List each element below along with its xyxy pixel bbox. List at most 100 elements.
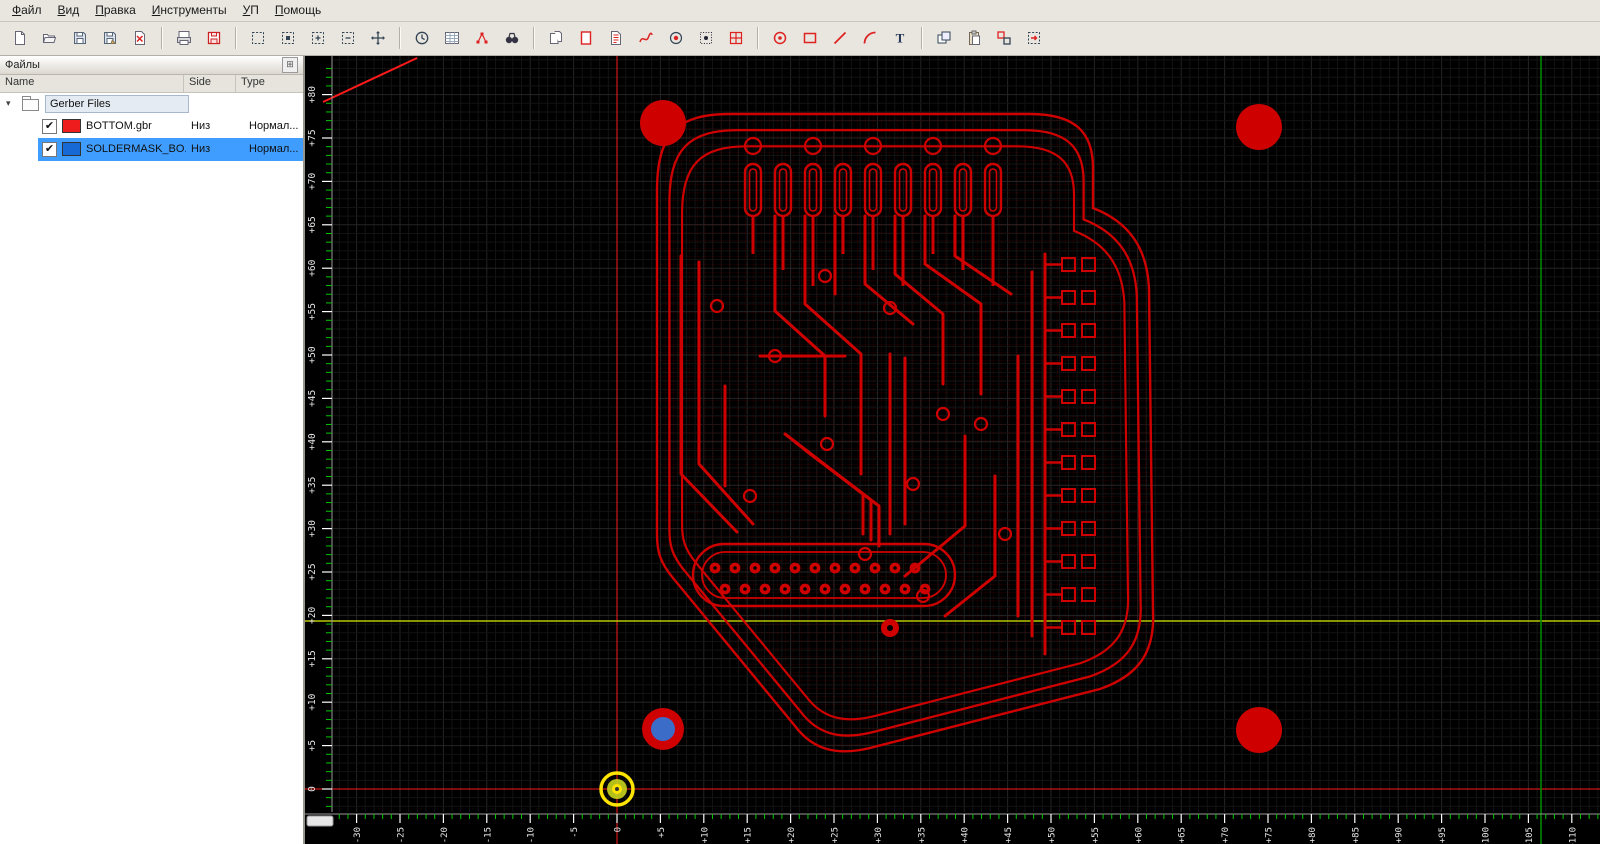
toolbar-separator [399,27,401,50]
save-as-button[interactable] [96,24,124,52]
column-header-name[interactable]: Name [0,74,184,92]
svg-text:+65: +65 [307,216,318,233]
column-header-type[interactable]: Type [236,75,303,92]
svg-text:0: 0 [614,827,624,832]
svg-text:+80: +80 [307,86,318,103]
menu-item-3[interactable]: Правка [87,1,144,19]
menu-item-2[interactable]: Вид [50,1,88,19]
gerber-viewport: +80+75+70+65+60+55+50+45+40+35+30+25+20+… [305,55,1600,844]
polyline-tool-button[interactable] [632,24,660,52]
pad-tool-button[interactable] [662,24,690,52]
save-file-button[interactable] [66,24,94,52]
draw-text-icon: T [896,31,905,46]
h-scrollbar-thumb[interactable] [306,815,334,827]
svg-text:+105: +105 [1525,827,1535,844]
aperture-tool-button[interactable] [692,24,720,52]
svg-text:-30: -30 [353,827,363,843]
zoom-window-button[interactable] [304,24,332,52]
draw-pad-button[interactable] [766,24,794,52]
zoom-out-window-button[interactable] [334,24,362,52]
paste-object-button[interactable] [960,24,988,52]
row-body: ✔ SOLDERMASK_BO... Низ Нормал... [38,137,303,161]
report-table-button[interactable] [438,24,466,52]
svg-text:+90: +90 [1395,827,1405,843]
run-check-icon [415,32,429,45]
select-add-button[interactable] [274,24,302,52]
layer-row-1[interactable]: ✔ BOTTOM.gbr Низ Нормал... [0,114,303,138]
svg-text:+25: +25 [307,563,318,580]
fiducial-pad [1236,706,1282,753]
gerber-canvas[interactable]: +80 +75 +70 +65 +60 +55 +50 +45 +40 +35 +30 +25 +20 +… [305,55,1600,844]
search-icon [505,33,519,44]
toolbar: T [0,21,1600,56]
svg-text:-10: -10 [527,827,537,843]
doc-x-icon [135,31,145,46]
svg-text:+55: +55 [1091,827,1101,843]
draw-arc-button[interactable] [856,24,884,52]
group-object-button[interactable] [990,24,1018,52]
layer-visible-checkbox[interactable]: ✔ [42,141,57,157]
svg-text:+20: +20 [787,827,797,843]
layer-type: Нормал... [249,120,299,133]
svg-text:+40: +40 [961,827,971,843]
draw-line-icon [833,32,847,45]
application-window: Файл Вид Правка Инструменты УП Помощь T Файлы… [0,0,1600,844]
svg-text:+110: +110 [1568,827,1578,844]
svg-text:+30: +30 [874,827,884,843]
svg-text:+50: +50 [1048,827,1058,843]
layer-tree: ▾ Gerber Files ✔ BOTTOM.gbr Низ Нормал... ✔ SOL… [0,92,303,844]
layer-lines-button[interactable] [602,24,630,52]
draw-pad-icon [773,32,787,45]
copy-layer-button[interactable] [542,24,570,52]
run-check-button[interactable] [408,24,436,52]
layer-row-2[interactable]: ✔ SOLDERMASK_BO... Низ Нормал... [0,137,303,161]
menu-item-5[interactable]: УП [235,1,267,19]
svg-text:+75: +75 [1265,827,1275,843]
print-button[interactable] [170,24,198,52]
svg-text:+5: +5 [307,740,318,751]
svg-text:+85: +85 [1351,827,1361,843]
tree-expander-icon[interactable]: ▾ [6,98,16,109]
layer-border-red-icon [580,31,592,46]
copy-layer-icon [550,31,562,45]
svg-text:+10: +10 [307,693,318,710]
layer-visible-checkbox[interactable]: ✔ [42,118,57,134]
zoom-window-icon [312,32,324,45]
layer-color-swatch[interactable] [62,142,81,157]
open-file-button[interactable] [36,24,64,52]
net-highlight-button[interactable] [468,24,496,52]
export-button[interactable] [200,24,228,52]
new-file-button[interactable] [6,24,34,52]
menu-item-6[interactable]: Помощь [267,1,329,19]
tree-root-row[interactable]: ▾ Gerber Files [0,93,303,115]
fiducial-pad [1236,103,1282,150]
transform-object-button[interactable] [1020,24,1048,52]
svg-text:+60: +60 [307,259,318,276]
menu-item-4[interactable]: Инструменты [144,1,235,19]
draw-line-button[interactable] [826,24,854,52]
svg-text:-25: -25 [397,827,407,843]
svg-text:0: 0 [307,786,318,792]
select-region-button[interactable] [244,24,272,52]
svg-text:+50: +50 [307,346,318,363]
layer-color-swatch[interactable] [62,119,81,134]
select-rect-icon [252,32,264,45]
svg-text:+20: +20 [307,606,318,623]
layer-side: Низ [191,143,211,156]
pan-view-icon [371,31,385,46]
panel-options-icon[interactable]: ⊞ [282,56,298,73]
search-button[interactable] [498,24,526,52]
paste-icon [969,30,980,46]
folder-open-icon [42,34,57,44]
menu-item-1[interactable]: Файл [4,1,50,19]
layer-outline-button[interactable] [572,24,600,52]
grid-settings-button[interactable] [722,24,750,52]
pan-view-button[interactable] [364,24,392,52]
svg-text:+60: +60 [1134,827,1144,843]
svg-text:+30: +30 [307,520,318,537]
close-file-button[interactable] [126,24,154,52]
column-header-side[interactable]: Side [184,74,236,92]
draw-rect-button[interactable] [796,24,824,52]
copy-object-button[interactable] [930,24,958,52]
draw-text-button[interactable]: T [886,24,914,52]
